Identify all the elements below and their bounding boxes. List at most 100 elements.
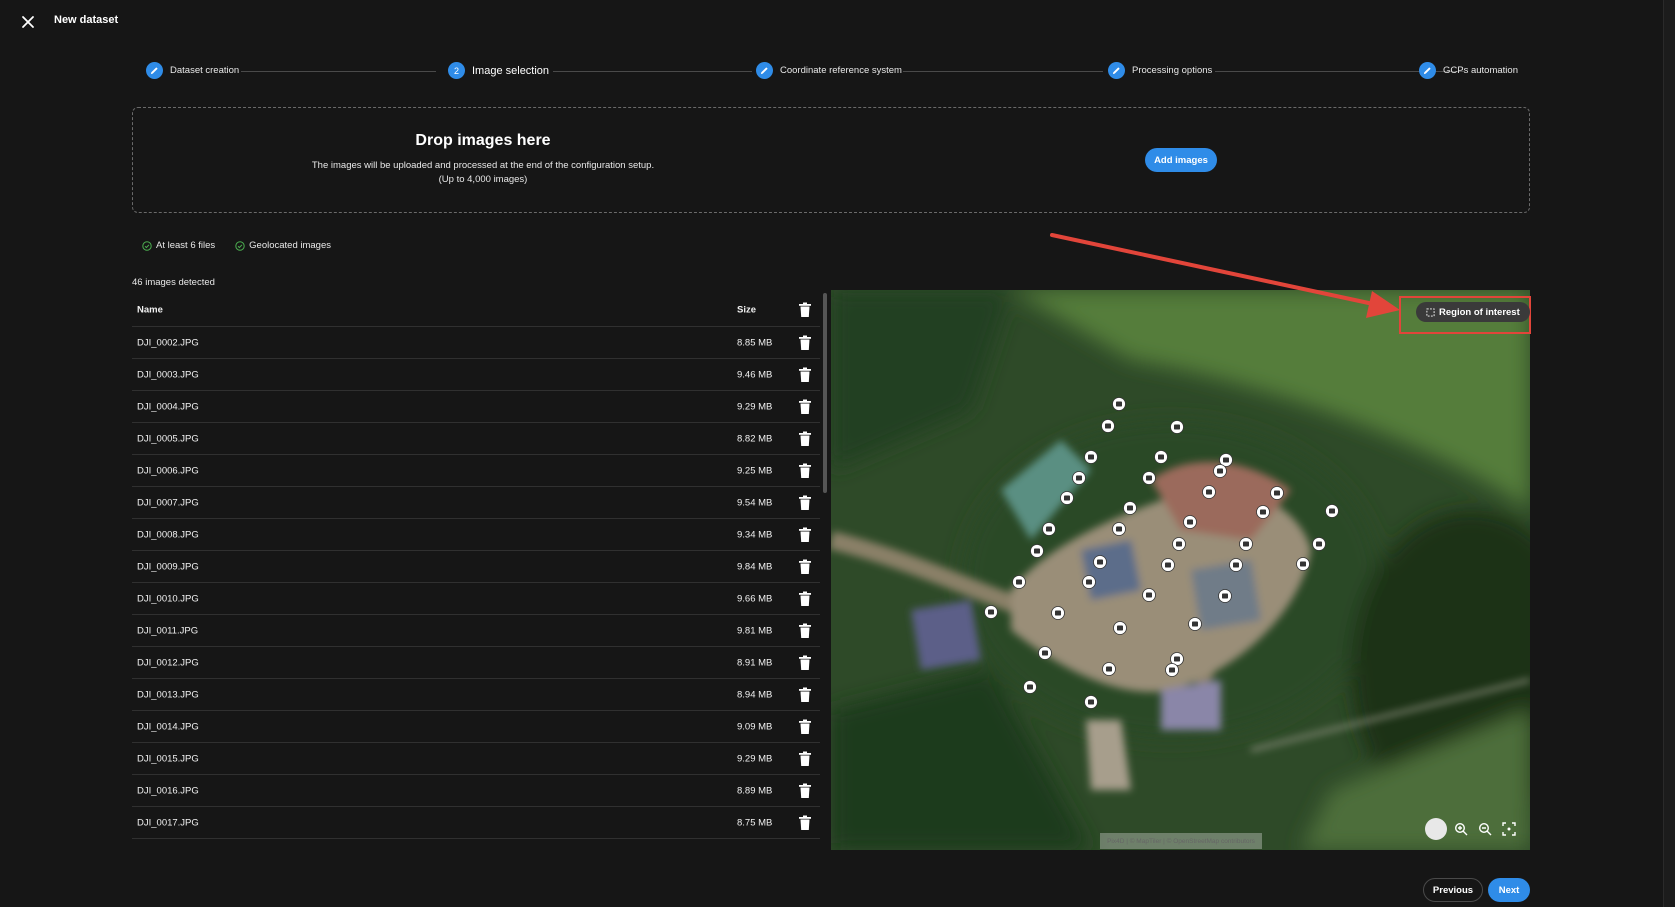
image-marker-icon[interactable] bbox=[1170, 420, 1184, 434]
image-marker-icon[interactable] bbox=[1030, 544, 1044, 558]
table-row[interactable]: DJI_0004.JPG 9.29 MB bbox=[132, 391, 820, 423]
image-marker-icon[interactable] bbox=[1239, 537, 1253, 551]
image-marker-icon[interactable] bbox=[1093, 555, 1107, 569]
delete-icon[interactable] bbox=[798, 527, 812, 543]
region-of-interest-button[interactable]: Region of interest bbox=[1416, 302, 1530, 322]
table-row[interactable]: DJI_0016.JPG 8.89 MB bbox=[132, 775, 820, 807]
image-marker-icon[interactable] bbox=[1296, 557, 1310, 571]
table-row[interactable]: DJI_0015.JPG 9.29 MB bbox=[132, 743, 820, 775]
image-marker-icon[interactable] bbox=[1084, 695, 1098, 709]
delete-icon[interactable] bbox=[798, 687, 812, 703]
image-marker-icon[interactable] bbox=[1051, 606, 1065, 620]
delete-icon[interactable] bbox=[798, 623, 812, 639]
table-row[interactable]: DJI_0011.JPG 9.81 MB bbox=[132, 615, 820, 647]
table-row[interactable]: DJI_0003.JPG 9.46 MB bbox=[132, 359, 820, 391]
pencil-icon bbox=[146, 62, 163, 79]
delete-icon[interactable] bbox=[798, 559, 812, 575]
file-size: 9.84 MB bbox=[737, 561, 773, 572]
table-header: Name Size bbox=[132, 293, 820, 327]
file-name: DJI_0015.JPG bbox=[137, 753, 199, 764]
step-gcps-automation[interactable]: GCPs automation bbox=[1419, 62, 1518, 79]
delete-icon[interactable] bbox=[798, 751, 812, 767]
image-marker-icon[interactable] bbox=[1112, 397, 1126, 411]
previous-button[interactable]: Previous bbox=[1423, 878, 1483, 902]
image-marker-icon[interactable] bbox=[1042, 522, 1056, 536]
map-controls bbox=[1425, 818, 1519, 840]
image-marker-icon[interactable] bbox=[1202, 485, 1216, 499]
image-marker-icon[interactable] bbox=[1270, 486, 1284, 500]
image-dropzone[interactable]: Drop images here The images will be uplo… bbox=[132, 107, 1530, 213]
delete-icon[interactable] bbox=[798, 783, 812, 799]
table-row[interactable]: DJI_0005.JPG 8.82 MB bbox=[132, 423, 820, 455]
step-dataset-creation[interactable]: Dataset creation bbox=[146, 62, 239, 79]
image-marker-icon[interactable] bbox=[1082, 575, 1096, 589]
image-marker-icon[interactable] bbox=[1101, 419, 1115, 433]
delete-icon[interactable] bbox=[798, 495, 812, 511]
image-marker-icon[interactable] bbox=[1165, 663, 1179, 677]
image-marker-icon[interactable] bbox=[1072, 471, 1086, 485]
image-marker-icon[interactable] bbox=[1113, 621, 1127, 635]
table-row[interactable]: DJI_0014.JPG 9.09 MB bbox=[132, 711, 820, 743]
image-marker-icon[interactable] bbox=[1325, 504, 1339, 518]
step-connector bbox=[903, 71, 1103, 72]
image-marker-icon[interactable] bbox=[1060, 491, 1074, 505]
table-row[interactable]: DJI_0009.JPG 9.84 MB bbox=[132, 551, 820, 583]
delete-icon[interactable] bbox=[798, 431, 812, 447]
image-marker-icon[interactable] bbox=[1188, 617, 1202, 631]
add-images-button[interactable]: Add images bbox=[1145, 148, 1217, 172]
next-button[interactable]: Next bbox=[1488, 878, 1530, 902]
image-marker-icon[interactable] bbox=[1312, 537, 1326, 551]
file-size: 9.25 MB bbox=[737, 465, 773, 476]
delete-icon[interactable] bbox=[798, 335, 812, 351]
table-row[interactable]: DJI_0012.JPG 8.91 MB bbox=[132, 647, 820, 679]
image-marker-icon[interactable] bbox=[1218, 589, 1232, 603]
delete-icon[interactable] bbox=[798, 399, 812, 415]
table-row[interactable]: DJI_0002.JPG 8.85 MB bbox=[132, 327, 820, 359]
image-marker-icon[interactable] bbox=[1154, 450, 1168, 464]
image-marker-icon[interactable] bbox=[1084, 450, 1098, 464]
delete-icon[interactable] bbox=[798, 815, 812, 831]
close-icon[interactable] bbox=[18, 12, 38, 32]
table-row[interactable]: DJI_0007.JPG 9.54 MB bbox=[132, 487, 820, 519]
image-marker-icon[interactable] bbox=[1142, 588, 1156, 602]
step-image-selection[interactable]: 2 Image selection bbox=[448, 62, 549, 79]
table-row[interactable]: DJI_0010.JPG 9.66 MB bbox=[132, 583, 820, 615]
table-row[interactable]: DJI_0008.JPG 9.34 MB bbox=[132, 519, 820, 551]
image-marker-icon[interactable] bbox=[1161, 558, 1175, 572]
image-marker-icon[interactable] bbox=[1142, 471, 1156, 485]
map-view[interactable] bbox=[831, 290, 1530, 850]
column-header-name[interactable]: Name bbox=[137, 304, 163, 315]
table-row[interactable]: DJI_0006.JPG 9.25 MB bbox=[132, 455, 820, 487]
table-row[interactable]: DJI_0013.JPG 8.94 MB bbox=[132, 679, 820, 711]
step-connector bbox=[241, 71, 436, 72]
step-processing-options[interactable]: Processing options bbox=[1108, 62, 1212, 79]
fit-extent-icon[interactable] bbox=[1499, 819, 1519, 839]
column-header-size[interactable]: Size bbox=[737, 304, 756, 315]
image-marker-icon[interactable] bbox=[1256, 505, 1270, 519]
image-marker-icon[interactable] bbox=[1123, 501, 1137, 515]
image-marker-icon[interactable] bbox=[1229, 558, 1243, 572]
delete-all-icon[interactable] bbox=[798, 302, 812, 318]
table-scrollbar[interactable] bbox=[823, 293, 827, 493]
delete-icon[interactable] bbox=[798, 655, 812, 671]
compass-icon[interactable] bbox=[1425, 818, 1447, 840]
delete-icon[interactable] bbox=[798, 719, 812, 735]
image-marker-icon[interactable] bbox=[1012, 575, 1026, 589]
image-marker-icon[interactable] bbox=[1172, 537, 1186, 551]
image-marker-icon[interactable] bbox=[1023, 680, 1037, 694]
image-marker-icon[interactable] bbox=[1183, 515, 1197, 529]
delete-icon[interactable] bbox=[798, 591, 812, 607]
image-marker-icon[interactable] bbox=[1112, 522, 1126, 536]
image-marker-icon[interactable] bbox=[984, 605, 998, 619]
image-marker-icon[interactable] bbox=[1102, 662, 1116, 676]
images-table: Name Size DJI_0002.JPG 8.85 MB DJI_0003.JP… bbox=[132, 293, 820, 849]
step-coordinate-reference-system[interactable]: Coordinate reference system bbox=[756, 62, 902, 79]
file-size: 8.82 MB bbox=[737, 433, 773, 444]
image-marker-icon[interactable] bbox=[1213, 464, 1227, 478]
zoom-out-icon[interactable] bbox=[1475, 819, 1495, 839]
image-marker-icon[interactable] bbox=[1038, 646, 1052, 660]
zoom-in-icon[interactable] bbox=[1451, 819, 1471, 839]
table-row[interactable]: DJI_0017.JPG 8.75 MB bbox=[132, 807, 820, 839]
delete-icon[interactable] bbox=[798, 463, 812, 479]
delete-icon[interactable] bbox=[798, 367, 812, 383]
